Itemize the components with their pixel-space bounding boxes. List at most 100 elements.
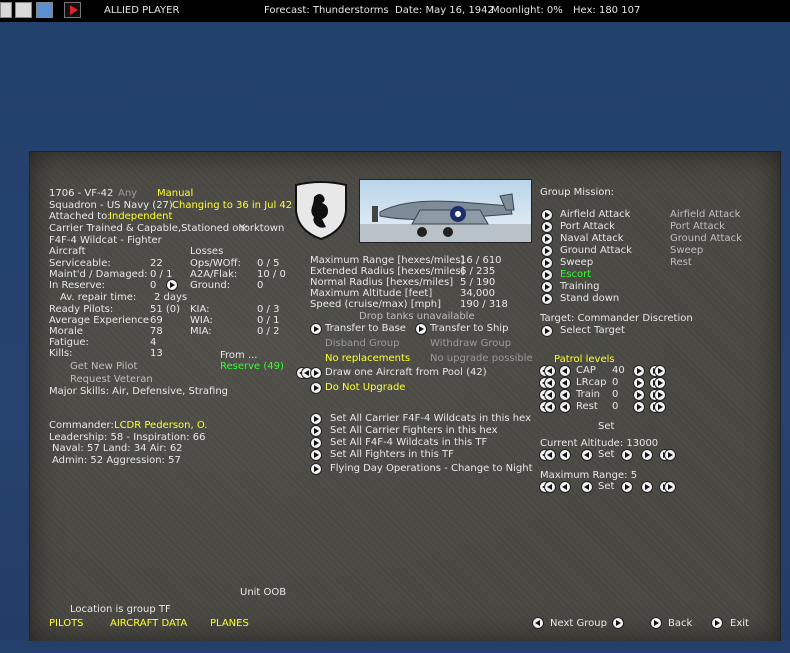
mission-port-attack-arrow[interactable] [542,222,552,232]
set-carrier-wildcats-button[interactable]: Set All Carrier F4F-4 Wildcats in this h… [330,413,531,424]
cap-decrease-fast[interactable] [540,366,556,376]
maxrange-set-button[interactable]: Set [598,481,614,492]
prev-group-arrow[interactable] [533,618,543,628]
mission-airfield-attack-arrow[interactable] [542,210,552,220]
next-group-button[interactable]: Next Group [550,618,607,629]
window-icon[interactable] [36,2,53,18]
maxrange-decrease-mid[interactable] [560,482,570,492]
altitude-increase[interactable] [622,450,632,460]
mission-airfield-attack[interactable]: Airfield Attack [560,209,630,220]
secondary-airfield-attack[interactable]: Airfield Attack [670,209,740,220]
mission-training[interactable]: Training [560,281,599,292]
mission-stand-down-arrow[interactable] [542,294,552,304]
flying-day-arrow[interactable] [311,464,321,474]
mission-escort[interactable]: Escort [560,269,591,280]
transfer-ship-arrow[interactable] [416,324,426,334]
altitude-increase-fast[interactable] [660,450,676,460]
reserve-arrow-button[interactable] [167,280,177,290]
train-decrease-fast[interactable] [540,390,556,400]
altitude-decrease-mid[interactable] [560,450,570,460]
rest-increase-fast[interactable] [650,402,666,412]
altitude-set-button[interactable]: Set [598,449,614,460]
mission-naval-attack-arrow[interactable] [542,234,552,244]
report-icon[interactable] [15,2,32,18]
train-decrease[interactable] [560,390,570,400]
set-fighters-tf-button[interactable]: Set All Fighters in this TF [330,449,454,460]
disband-group-button[interactable]: Disband Group [325,338,399,349]
morale-value: 78 [150,326,163,337]
cap-decrease[interactable] [560,366,570,376]
maxrange-decrease[interactable] [582,482,592,492]
play-icon[interactable] [64,2,81,18]
oob-icon[interactable] [0,2,12,18]
altitude-decrease-fast[interactable] [540,450,556,460]
set-carrier-fighters-button[interactable]: Set All Carrier Fighters in this hex [330,425,498,436]
mission-escort-arrow[interactable] [542,270,552,280]
aircraft-data-tab[interactable]: AIRCRAFT DATA [110,618,187,629]
no-replacements-button[interactable]: No replacements [325,353,410,364]
mission-sweep-arrow[interactable] [542,258,552,268]
withdraw-group-button[interactable]: Withdraw Group [430,338,511,349]
secondary-sweep[interactable]: Sweep [670,245,703,256]
pilots-tab[interactable]: PILOTS [49,618,84,629]
maxrange-increase-fast[interactable] [660,482,676,492]
lrcap-increase-fast[interactable] [650,378,666,388]
mission-port-attack[interactable]: Port Attack [560,221,615,232]
cap-value: 40 [612,365,625,376]
set-wildcats-tf-button[interactable]: Set All F4F-4 Wildcats in this TF [330,437,487,448]
commander-name-button[interactable]: LCDR Pederson, O. [114,420,208,431]
set-carrier-wildcats-arrow[interactable] [311,414,321,424]
altitude-decrease[interactable] [582,450,592,460]
mission-ground-attack[interactable]: Ground Attack [560,245,632,256]
reserve-pool-button[interactable]: Reserve (49) [220,361,284,372]
planes-tab[interactable]: PLANES [210,618,249,629]
altitude-increase-mid[interactable] [642,450,652,460]
set-carrier-fighters-arrow[interactable] [311,426,321,436]
next-group-arrow[interactable] [613,618,623,628]
secondary-ground-attack[interactable]: Ground Attack [670,233,742,244]
cap-increase[interactable] [634,366,644,376]
cap-set-button[interactable]: Set [598,421,614,432]
back-arrow[interactable] [651,618,661,628]
upgrade-arrow[interactable] [311,383,321,393]
maxrange-increase-mid[interactable] [642,482,652,492]
train-increase-fast[interactable] [650,390,666,400]
maxrange-increase[interactable] [622,482,632,492]
request-veteran-button[interactable]: Request Veteran [70,374,153,385]
transfer-base-button[interactable]: Transfer to Base [325,323,406,334]
draw-aircraft-button[interactable]: Draw one Aircraft from Pool (42) [325,367,487,378]
secondary-rest[interactable]: Rest [670,257,692,268]
draw-aircraft-arrow[interactable] [311,368,321,378]
maxrange-decrease-fast[interactable] [540,482,556,492]
lrcap-value: 0 [612,377,619,388]
lrcap-decrease-fast[interactable] [540,378,556,388]
set-wildcats-tf-arrow[interactable] [311,438,321,448]
mission-naval-attack[interactable]: Naval Attack [560,233,624,244]
mission-sweep[interactable]: Sweep [560,257,593,268]
do-not-upgrade-button[interactable]: Do Not Upgrade [325,382,405,393]
transfer-ship-button[interactable]: Transfer to Ship [430,323,508,334]
serviceable-label: Serviceable: [49,258,111,269]
get-new-pilot-button[interactable]: Get New Pilot [70,361,137,372]
cap-increase-fast[interactable] [650,366,666,376]
extended-radius-value: 6 / 235 [460,266,496,277]
mission-stand-down[interactable]: Stand down [560,293,619,304]
mission-ground-attack-arrow[interactable] [542,246,552,256]
back-button[interactable]: Back [668,618,692,629]
exit-arrow[interactable] [712,618,722,628]
rest-decrease[interactable] [560,402,570,412]
transfer-base-arrow[interactable] [311,324,321,334]
lrcap-decrease[interactable] [560,378,570,388]
unit-oob-button[interactable]: Unit OOB [240,587,286,598]
mission-training-arrow[interactable] [542,282,552,292]
secondary-port-attack[interactable]: Port Attack [670,221,725,232]
set-fighters-tf-arrow[interactable] [311,450,321,460]
select-target-button[interactable]: Select Target [560,325,625,336]
manual-toggle[interactable]: Manual [157,188,193,199]
attached-value[interactable]: Independent [109,211,172,222]
select-target-arrow[interactable] [542,326,552,336]
flying-day-button[interactable]: Flying Day Operations - Change to Night [330,463,533,474]
rest-decrease-fast[interactable] [540,402,556,412]
exit-button[interactable]: Exit [730,618,749,629]
air-group-panel: 1706 - VF-42 Any Manual Squadron - US Na… [29,151,781,643]
